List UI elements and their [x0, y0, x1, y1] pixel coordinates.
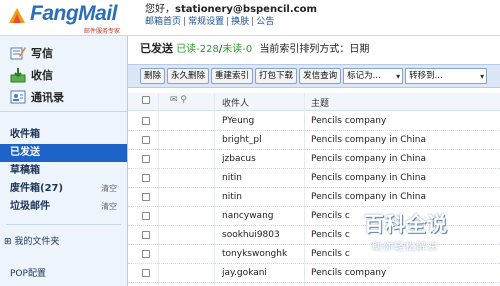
row-recipient: tonykswonghk: [222, 249, 288, 259]
move-to-select[interactable]: 转移到... ▾: [405, 68, 488, 84]
watermark-title: 百科全说: [364, 212, 448, 236]
mail-toolbar: 删除 永久删除 重建索引 打包下载 发信查询 标记为... ▾ 转移到... ▾: [128, 64, 500, 88]
select-all-checkbox[interactable]: [142, 96, 150, 107]
row-recipient: sookhui9803: [222, 230, 280, 240]
rebuild-index-button[interactable]: 重建索引: [211, 68, 254, 84]
fangmail-logo-icon: [9, 8, 25, 23]
folder-title: 已发送: [140, 42, 173, 55]
table-row[interactable]: PYeung Pencils company: [128, 112, 500, 131]
table-row[interactable]: jay.gokani Pencils company: [128, 264, 500, 283]
row-recipient: jay.gokani: [222, 268, 267, 278]
folder-label: 已发送: [10, 147, 40, 158]
fangmail-logo[interactable]: FangMail 邮件服务专家: [4, 2, 136, 35]
greeting: 您好，stationery@bspencil.com: [145, 0, 317, 15]
row-subject[interactable]: Pencils company in China: [311, 135, 426, 145]
receive-button[interactable]: 收信: [0, 64, 127, 86]
row-subject[interactable]: Pencils company in China: [311, 173, 426, 183]
row-subject[interactable]: Pencils company in China: [311, 192, 426, 202]
addressbook-label: 通讯录: [31, 91, 64, 104]
folder-list: 收件箱 已发送 草稿箱 废件箱(27) 清空 垃圾邮件 清空: [0, 112, 127, 216]
table-row[interactable]: bright_pl Pencils company in China: [128, 131, 500, 150]
table-row[interactable]: nitin Pencils company in China: [128, 169, 500, 188]
move-to-value: 转移到...: [409, 71, 443, 81]
folder-label: 收件箱: [10, 129, 40, 140]
delete-button[interactable]: 删除: [140, 68, 166, 84]
pack-download-button[interactable]: 打包下载: [255, 68, 298, 84]
compose-button[interactable]: 写信: [0, 42, 127, 64]
permanent-delete-button[interactable]: 永久删除: [167, 68, 210, 84]
compose-label: 写信: [31, 47, 53, 60]
empty-spam-link[interactable]: 清空: [101, 198, 117, 216]
recipient-column-header[interactable]: 收件人: [222, 96, 249, 109]
folder-trash[interactable]: 废件箱(27) 清空: [0, 180, 127, 198]
table-row[interactable]: nitin Pencils company in China: [128, 188, 500, 207]
row-recipient: nancywang: [222, 211, 274, 221]
row-subject[interactable]: Pencils c: [311, 230, 350, 240]
row-checkbox[interactable]: [142, 212, 150, 223]
row-checkbox[interactable]: [142, 193, 150, 204]
my-folders-label: 我的文件夹: [14, 237, 60, 247]
logo-text: FangMail: [30, 2, 118, 25]
row-checkbox[interactable]: [142, 155, 150, 166]
nav-home-link[interactable]: 邮箱首页: [145, 17, 181, 27]
folder-drafts[interactable]: 草稿箱: [0, 162, 127, 180]
nav-announcement-link[interactable]: 公告: [256, 17, 274, 27]
attachment-column-icon: ✉ ⚲: [170, 95, 187, 105]
sort-mode: 当前索引排列方式：日期: [259, 44, 370, 55]
row-checkbox[interactable]: [142, 117, 150, 128]
logo-subtitle: 邮件服务专家: [84, 28, 121, 35]
row-subject[interactable]: Pencils company: [311, 268, 386, 278]
addressbook-button[interactable]: 通讯录: [0, 86, 127, 108]
unread-count: 未读-0: [222, 44, 253, 55]
sidebar-divider: [6, 224, 121, 225]
row-checkbox[interactable]: [142, 136, 150, 147]
folder-spam[interactable]: 垃圾邮件 清空: [0, 198, 127, 216]
row-checkbox[interactable]: [142, 231, 150, 242]
my-folders[interactable]: ⊞ 我的文件夹: [0, 231, 127, 253]
top-nav: 邮箱首页 | 常规设置 | 换肤 | 公告: [145, 17, 275, 27]
subject-column-header[interactable]: 主题: [311, 96, 329, 109]
folder-label: 垃圾邮件: [10, 201, 50, 212]
watermark-subtitle: 助你轻松解决: [372, 242, 438, 253]
folder-title-bar: 已发送 已读-228/未读-0 当前索引排列方式：日期: [140, 42, 370, 55]
pop-settings-link[interactable]: POP配置: [10, 266, 46, 279]
empty-trash-link[interactable]: 清空: [101, 180, 117, 198]
row-recipient: nitin: [222, 173, 242, 183]
table-row[interactable]: jzbacus Pencils company in China: [128, 150, 500, 169]
row-subject[interactable]: Pencils c: [311, 249, 350, 259]
header: FangMail 邮件服务专家 您好，stationery@bspencil.c…: [0, 0, 500, 36]
read-count: 已读-228: [176, 44, 219, 55]
sidebar: 写信 收信 通讯录 收件箱 已发送 草稿箱 废件箱(27) 清空 垃圾邮件 清空…: [0, 36, 128, 286]
receive-icon: [10, 68, 26, 83]
row-checkbox[interactable]: [142, 269, 150, 280]
folder-label: 废件箱(27): [10, 183, 64, 194]
expand-icon[interactable]: ⊞: [4, 237, 12, 247]
chevron-down-icon: ▾: [480, 72, 485, 81]
watermark: 百科全说 助你轻松解决: [356, 208, 496, 260]
nav-settings-link[interactable]: 常规设置: [188, 17, 224, 27]
folder-sent[interactable]: 已发送: [0, 144, 127, 162]
row-subject[interactable]: Pencils company: [311, 116, 386, 126]
row-recipient: PYeung: [222, 116, 255, 126]
sent-query-button[interactable]: 发信查询: [299, 68, 342, 84]
mark-as-value: 标记为...: [347, 71, 381, 81]
folder-label: 草稿箱: [10, 165, 40, 176]
mark-as-select[interactable]: 标记为... ▾: [343, 68, 404, 84]
nav-skin-link[interactable]: 换肤: [231, 17, 249, 27]
table-header: ✉ ⚲ 收件人 主题: [128, 93, 500, 111]
compose-icon: [10, 47, 26, 60]
row-checkbox[interactable]: [142, 174, 150, 185]
row-checkbox[interactable]: [142, 250, 150, 261]
folder-inbox[interactable]: 收件箱: [0, 126, 127, 144]
receive-label: 收信: [31, 69, 53, 82]
quick-actions: 写信 收信 通讯录: [0, 36, 127, 112]
row-subject[interactable]: Pencils c: [311, 211, 350, 221]
chevron-down-icon: ▾: [396, 72, 401, 81]
addressbook-icon: [10, 90, 26, 104]
row-recipient: nitin: [222, 192, 242, 202]
row-subject[interactable]: Pencils company in China: [311, 154, 426, 164]
row-recipient: jzbacus: [222, 154, 256, 164]
row-recipient: bright_pl: [222, 135, 262, 145]
